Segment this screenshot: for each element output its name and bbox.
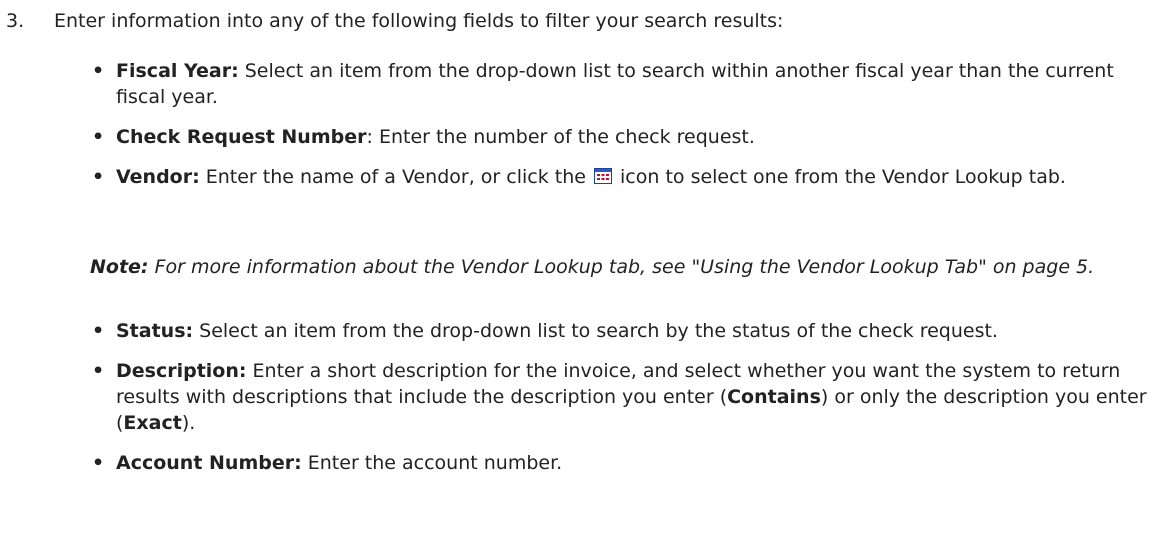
field-desc-vendor-2: icon to select one from the Vendor Looku… bbox=[613, 166, 1066, 188]
list-item-account-number: Account Number: Enter the account number… bbox=[90, 450, 1150, 476]
field-label-status: Status: bbox=[116, 320, 194, 342]
field-list-top: Fiscal Year: Select an item from the dro… bbox=[90, 58, 1150, 190]
step-3: 3. Enter information into any of the foll… bbox=[6, 8, 1156, 34]
note: Note: For more information about the Ven… bbox=[90, 254, 1150, 280]
list-item-description: Description: Enter a short description f… bbox=[90, 358, 1150, 436]
field-desc-fiscal-year: Select an item from the drop-down list t… bbox=[116, 60, 1114, 108]
list-item-status: Status: Select an item from the drop-dow… bbox=[90, 318, 1150, 344]
lookup-grid-icon[interactable] bbox=[593, 165, 612, 184]
note-label: Note: bbox=[90, 256, 149, 278]
field-label-account-number: Account Number: bbox=[116, 452, 302, 474]
field-desc-status: Select an item from the drop-down list t… bbox=[193, 320, 998, 342]
list-item-vendor: Vendor: Enter the name of a Vendor, or c… bbox=[90, 164, 1150, 190]
field-label-fiscal-year: Fiscal Year: bbox=[116, 60, 239, 82]
field-desc-vendor-1: Enter the name of a Vendor, or click the bbox=[199, 166, 592, 188]
step-number: 3. bbox=[6, 10, 25, 32]
list-item-check-request-number: Check Request Number: Enter the number o… bbox=[90, 124, 1150, 150]
exact-option: Exact bbox=[123, 412, 182, 434]
field-label-vendor: Vendor: bbox=[116, 166, 200, 188]
contains-option: Contains bbox=[727, 386, 821, 408]
note-text: For more information about the Vendor Lo… bbox=[148, 256, 1095, 278]
field-label-check-request-number: Check Request Number bbox=[116, 126, 367, 148]
list-item-fiscal-year: Fiscal Year: Select an item from the dro… bbox=[90, 58, 1150, 110]
step-text: Enter information into any of the follow… bbox=[54, 10, 784, 32]
field-desc-check-request-number: : Enter the number of the check request. bbox=[366, 126, 755, 148]
field-label-description: Description: bbox=[116, 360, 247, 382]
field-list-bottom: Status: Select an item from the drop-dow… bbox=[90, 318, 1150, 476]
field-desc-account-number: Enter the account number. bbox=[301, 452, 563, 474]
field-desc-description-3: ). bbox=[181, 412, 196, 434]
